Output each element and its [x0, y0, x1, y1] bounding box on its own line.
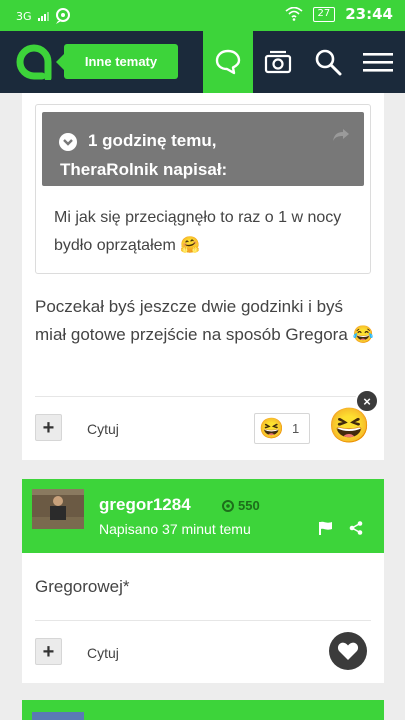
- battery-icon: 27: [312, 6, 336, 22]
- status-right: 27 23:44: [284, 5, 393, 23]
- signal-icon: [37, 11, 49, 21]
- search-icon: [315, 49, 342, 76]
- quote-header[interactable]: 1 godzinę temu, TheraRolnik napisał:: [42, 112, 364, 186]
- like-button[interactable]: [329, 632, 367, 670]
- app-header: Inne tematy: [0, 31, 405, 93]
- nav-chat[interactable]: [203, 31, 253, 93]
- post-card: [22, 700, 384, 720]
- flag-icon[interactable]: [318, 521, 334, 535]
- reaction-count[interactable]: 😆 1: [254, 413, 310, 444]
- quote-button[interactable]: Cytuj: [87, 645, 119, 661]
- reaction-count-value: 1: [292, 421, 300, 436]
- post-card: 1 godzinę temu, TheraRolnik napisał: Mi …: [22, 93, 384, 460]
- divider: [35, 396, 371, 397]
- reputation-icon: [222, 499, 234, 512]
- network-type: 3G: [16, 9, 32, 23]
- nav-menu[interactable]: [353, 31, 403, 93]
- notification-icon: [55, 8, 70, 24]
- status-left: 3G: [16, 8, 71, 24]
- avatar[interactable]: [32, 489, 84, 529]
- post-header: [22, 700, 384, 720]
- nav-camera[interactable]: [253, 31, 303, 93]
- chat-icon: [215, 49, 241, 75]
- laugh-emoji-icon: 😆: [259, 418, 284, 440]
- post-card: gregor1284 550 Napisano 37 minut temu Gr…: [22, 479, 384, 683]
- post-header: gregor1284 550 Napisano 37 minut temu: [22, 479, 384, 553]
- quote-button[interactable]: Cytuj: [87, 421, 119, 437]
- reputation-value: 550: [238, 498, 260, 513]
- close-button[interactable]: ×: [355, 389, 379, 413]
- divider: [35, 620, 371, 621]
- plus-button[interactable]: +: [35, 638, 62, 665]
- menu-icon: [363, 53, 393, 72]
- quote-block: 1 godzinę temu, TheraRolnik napisał: Mi …: [35, 104, 371, 274]
- post-text: Gregorowej*: [35, 577, 130, 596]
- logo-icon[interactable]: [16, 44, 56, 80]
- status-bar: 3G 27 23:44: [0, 0, 405, 31]
- share-icon[interactable]: [349, 521, 363, 535]
- quote-text: Mi jak się przeciągnęło to raz o 1 w noc…: [54, 209, 342, 254]
- clock: 23:44: [345, 5, 393, 23]
- reputation: 550: [222, 498, 260, 513]
- wifi-icon: [284, 7, 303, 21]
- quote-time: 1 godzinę temu,: [88, 131, 217, 150]
- posted-time: Napisano 37 minut temu: [99, 521, 251, 537]
- post-text: Poczekał byś jeszcze dwie godzinki i byś…: [35, 297, 374, 344]
- camera-icon: [264, 50, 292, 74]
- quote-author: TheraRolnik napisał:: [60, 160, 228, 179]
- username[interactable]: gregor1284: [99, 495, 191, 515]
- plus-button[interactable]: +: [35, 414, 62, 441]
- nav-search[interactable]: [303, 31, 353, 93]
- avatar[interactable]: [32, 712, 84, 720]
- share-arrow-icon[interactable]: [332, 128, 350, 142]
- topic-button[interactable]: Inne tematy: [56, 44, 178, 79]
- chevron-down-icon: [59, 133, 77, 151]
- heart-icon: [337, 642, 359, 660]
